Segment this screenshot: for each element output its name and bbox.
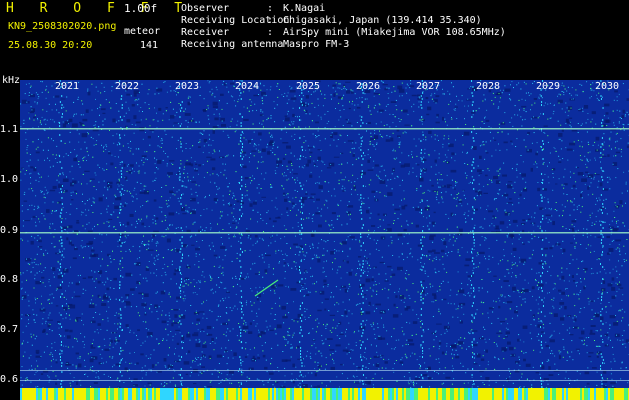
info-sep-antenna: : <box>267 39 274 50</box>
freq-tick-0-9: 0.9 <box>0 225 19 236</box>
time-tick-2021: 2021 <box>55 81 80 92</box>
info-sep-receiver: : <box>267 27 274 38</box>
freq-tick-0-6: 0.6 <box>0 374 19 385</box>
spectrogram-noise-field <box>20 80 629 400</box>
time-tick-2025: 2025 <box>296 81 321 92</box>
time-tick-2030: 2030 <box>595 81 620 92</box>
info-sep-observer: : <box>267 3 274 14</box>
frequency-unit-label: kHz <box>2 75 21 86</box>
time-tick-2023: 2023 <box>175 81 200 92</box>
time-tick-2022: 2022 <box>115 81 140 92</box>
info-key-observer: Observer <box>181 3 230 14</box>
time-tick-2029: 2029 <box>536 81 561 92</box>
version-label: 1.00f <box>124 2 158 15</box>
timestamp-label: 25.08.30 20:20 <box>8 40 93 51</box>
freq-tick-1-1: 1.1 <box>0 124 19 135</box>
freq-tick-0-8: 0.8 <box>0 274 19 285</box>
time-tick-2028: 2028 <box>476 81 501 92</box>
freq-tick-0-7: 0.7 <box>0 324 19 335</box>
info-value-observer: K.Nagai <box>283 3 326 14</box>
time-tick-2027: 2027 <box>416 81 441 92</box>
info-value-location: Chigasaki, Japan (139.414 35.340) <box>283 15 482 26</box>
meteor-label: meteor <box>124 26 161 37</box>
header-panel: H R O F F T 1.00f KN9_2508302020.png met… <box>0 0 629 75</box>
info-key-receiver: Receiver <box>181 27 230 38</box>
time-tick-2026: 2026 <box>356 81 381 92</box>
info-sep-location: : <box>267 15 274 26</box>
spectrogram-plot <box>20 80 629 400</box>
info-value-antenna: Maspro FM-3 <box>283 39 350 50</box>
time-tick-2024: 2024 <box>235 81 260 92</box>
app-title: H R O F F T <box>6 1 192 16</box>
filename-label: KN9_2508302020.png <box>8 21 117 32</box>
info-value-receiver: AirSpy mini (Miakejima VOR 108.65MHz) <box>283 27 506 38</box>
meteor-count: 141 <box>140 40 159 51</box>
freq-tick-1-0: 1.0 <box>0 174 19 185</box>
info-key-location: Receiving Location <box>181 15 290 26</box>
